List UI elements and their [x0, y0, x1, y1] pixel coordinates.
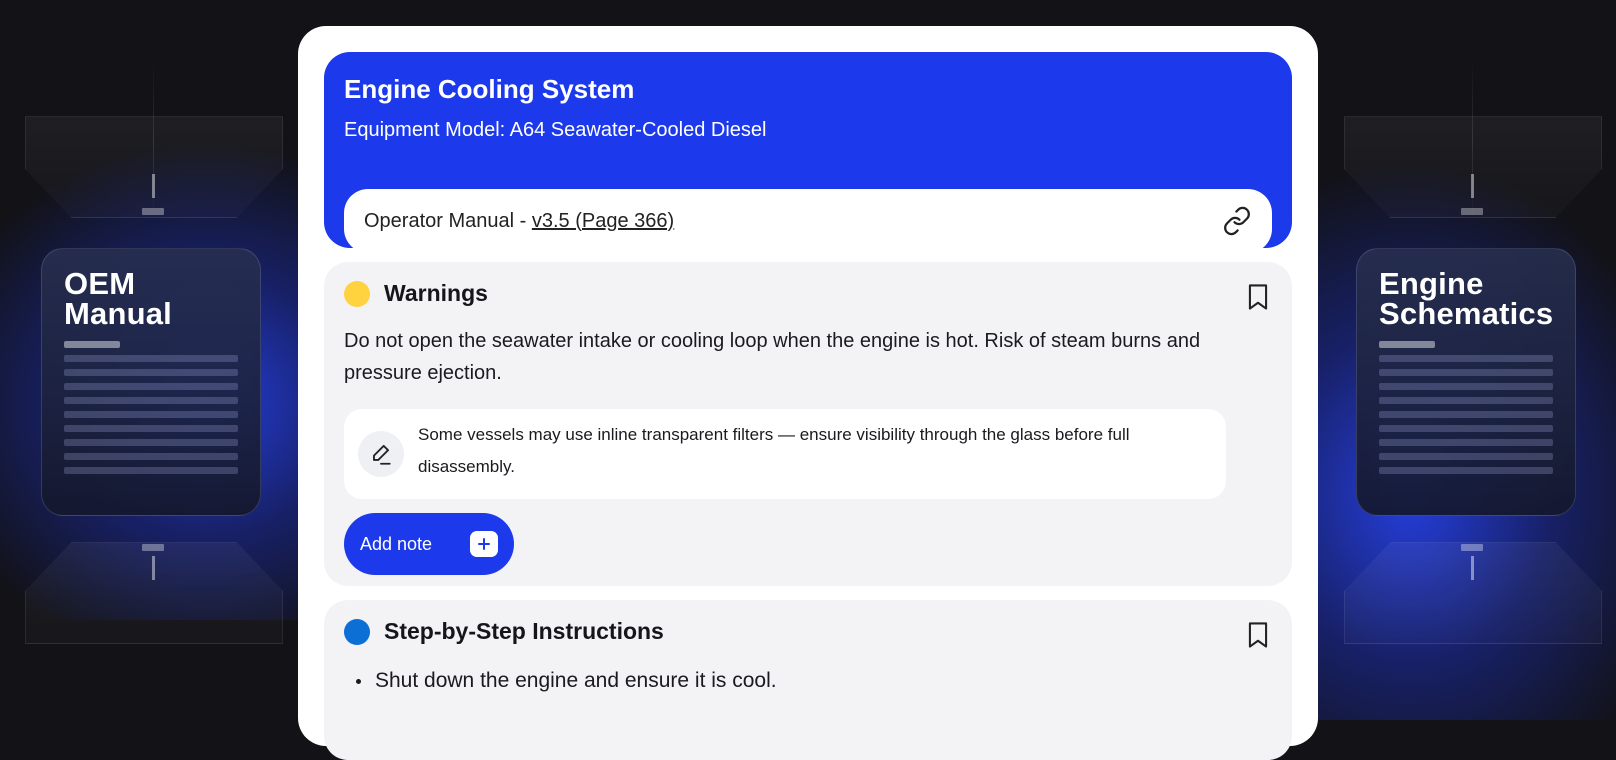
- oem-manual-title: OEM Manual: [64, 266, 172, 331]
- steps-section: Step-by-Step Instructions Shut down the …: [324, 600, 1292, 760]
- decor-post: [152, 174, 155, 198]
- card-placeholder-lines: [64, 355, 238, 474]
- note-text: Some vessels may use inline transparent …: [418, 425, 1130, 476]
- main-panel: Engine Cooling System Equipment Model: A…: [298, 26, 1318, 760]
- steps-header: Step-by-Step Instructions: [344, 618, 1272, 645]
- decor-hex-top-right: [1344, 116, 1602, 218]
- add-note-label: Add note: [360, 533, 433, 554]
- pen-icon: [358, 431, 404, 477]
- manual-reference-bar: Operator Manual - v3.5 (Page 366): [344, 189, 1272, 253]
- card-accent-line: [1379, 341, 1435, 348]
- note-card[interactable]: Some vessels may use inline transparent …: [344, 409, 1226, 499]
- decor-post-cap: [1461, 544, 1483, 551]
- manual-prefix: Operator Manual -: [364, 209, 532, 232]
- decor-post-cap: [142, 544, 164, 551]
- bullet-icon: [356, 678, 361, 684]
- decor-post-cap: [1461, 208, 1483, 215]
- decor-hex-top-left: [25, 116, 283, 218]
- bookmark-icon[interactable]: [1244, 620, 1272, 655]
- warnings-section: Warnings Do not open the seawater intake…: [324, 262, 1292, 586]
- warnings-title: Warnings: [384, 280, 488, 306]
- steps-status-dot: [344, 618, 370, 645]
- engine-schematics-card[interactable]: Engine Schematics: [1356, 248, 1576, 516]
- header-card: Engine Cooling System Equipment Model: A…: [324, 52, 1292, 253]
- page-title: Engine Cooling System: [344, 74, 635, 104]
- decor-post: [1471, 174, 1474, 198]
- equipment-model: Equipment Model: A64 Seawater-Cooled Die…: [344, 119, 767, 141]
- decor-post-cap: [142, 208, 164, 215]
- oem-manual-card[interactable]: OEM Manual: [41, 248, 261, 516]
- manual-version-link[interactable]: v3.5 (Page 366): [532, 210, 674, 232]
- steps-title: Step-by-Step Instructions: [384, 618, 664, 644]
- warnings-header: Warnings: [344, 280, 1272, 307]
- link-icon[interactable]: [1222, 206, 1252, 236]
- plus-icon: [470, 531, 498, 557]
- warning-status-dot: [344, 280, 370, 307]
- card-accent-line: [64, 341, 120, 348]
- bookmark-icon[interactable]: [1244, 282, 1272, 317]
- step-text: Shut down the engine and ensure it is co…: [375, 669, 777, 692]
- warning-text: Do not open the seawater intake or cooli…: [344, 330, 1201, 384]
- decor-post: [1471, 556, 1474, 580]
- manual-reference: Operator Manual - v3.5 (Page 366): [364, 210, 674, 233]
- decor-post: [152, 556, 155, 580]
- engine-schematics-title: Engine Schematics: [1379, 266, 1554, 331]
- list-item: Shut down the engine and ensure it is co…: [344, 669, 1272, 693]
- card-placeholder-lines: [1379, 355, 1553, 474]
- add-note-button[interactable]: Add note: [344, 513, 514, 575]
